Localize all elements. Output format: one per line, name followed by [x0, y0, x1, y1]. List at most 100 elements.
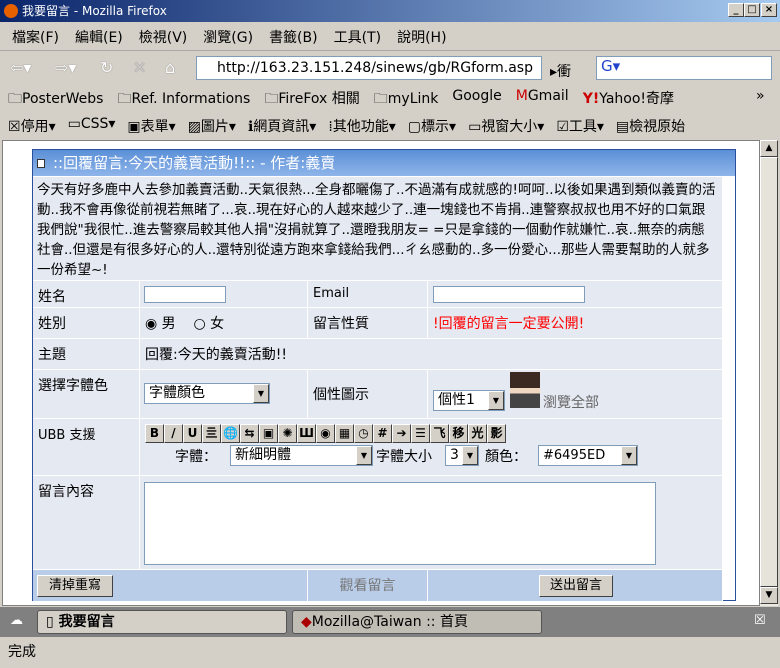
menu-bookmarks[interactable]: 書籤(B): [269, 27, 318, 48]
ext-css[interactable]: ▭CSS▾: [68, 116, 116, 139]
menu-view[interactable]: 檢視(V): [139, 27, 188, 48]
title-bar: 我要留言 - Mozilla Firefox: [0, 0, 780, 22]
ext-information[interactable]: ℹ網頁資訊▾: [248, 116, 316, 139]
bookmark-ref-informations[interactable]: 🗀Ref. Informations: [117, 88, 250, 110]
clear-button[interactable]: 清掉重寫: [37, 575, 113, 597]
gender-label: 姓別: [33, 308, 140, 339]
ext-disable[interactable]: ☒停用▾: [8, 116, 56, 139]
underline-button[interactable]: U: [183, 424, 202, 443]
ext-images[interactable]: ▨圖片▾: [188, 116, 236, 139]
scroll-thumb[interactable]: [760, 157, 778, 587]
list-button[interactable]: ☰: [411, 424, 430, 443]
reply-form: ::回覆留言:今天的義賣活動!!:: - 作者:義賣 今天有好多鹿中人去參加義賣…: [32, 149, 736, 602]
name-input[interactable]: [144, 286, 226, 303]
center-button[interactable]: 亖: [202, 424, 221, 443]
scroll-up-icon[interactable]: ▲: [760, 140, 778, 157]
italic-button[interactable]: /: [164, 424, 183, 443]
url-input[interactable]: http://163.23.151.248/sinews/gb/RGform.a…: [196, 56, 542, 80]
menu-go[interactable]: 瀏覽(G): [203, 27, 253, 48]
ext-view-source[interactable]: ▤檢視原始: [616, 116, 685, 139]
avatar-image: [510, 372, 540, 408]
bookmarks-overflow[interactable]: »: [756, 88, 765, 104]
original-message: 今天有好多鹿中人去參加義賣活動..天氣很熱...全身都曬傷了..不過滿有成就感的…: [33, 177, 723, 281]
forward-icon[interactable]: ⇨▾: [55, 58, 76, 77]
scroll-down-icon[interactable]: ▼: [760, 587, 778, 604]
glow-button[interactable]: 光: [468, 424, 487, 443]
go-button[interactable]: ▸衝: [550, 61, 571, 81]
email-input[interactable]: [433, 286, 585, 303]
flash-button[interactable]: ✺: [278, 424, 297, 443]
ext-misc[interactable]: ⁞其他功能▾: [328, 116, 395, 139]
subject-value: 回覆:今天的義賣活動!!: [140, 339, 723, 370]
tab-mozilla-taiwan[interactable]: ◆Mozilla@Taiwan :: 首頁: [292, 610, 542, 634]
stop-icon[interactable]: ✕: [133, 58, 146, 77]
code-button[interactable]: #: [373, 424, 392, 443]
menu-file[interactable]: 檔案(F): [12, 27, 59, 48]
content-textarea[interactable]: [144, 482, 656, 565]
size-select[interactable]: 3 ▼: [445, 445, 479, 466]
privacy-label: 留言性質: [308, 308, 428, 339]
bookmark-mylink[interactable]: 🗀myLink: [374, 88, 439, 110]
menu-edit[interactable]: 編輯(E): [75, 27, 123, 48]
quote-button[interactable]: ➔: [392, 424, 411, 443]
menu-tools[interactable]: 工具(T): [334, 27, 381, 48]
navigation-toolbar: ⇦▾ ⇨▾ ↻ ✕ ⌂ http://163.23.151.248/sinews…: [0, 50, 780, 84]
color-select[interactable]: #6495ED ▼: [538, 445, 638, 466]
search-input[interactable]: G▾: [596, 56, 772, 80]
window-title: 我要留言 - Mozilla Firefox: [22, 4, 167, 18]
ext-tools[interactable]: ☑工具▾: [556, 116, 604, 139]
content-label: 留言內容: [33, 476, 140, 570]
maximize-button[interactable]: □: [744, 3, 760, 17]
form-header: ::回覆留言:今天的義賣活動!!:: - 作者:義賣: [33, 150, 735, 177]
submit-button[interactable]: 送出留言: [539, 575, 613, 597]
vertical-scrollbar[interactable]: ▲ ▼: [760, 140, 778, 606]
bold-button[interactable]: B: [145, 424, 164, 443]
font-label: 字體：: [175, 449, 217, 465]
ext-outline[interactable]: ▢標示▾: [408, 116, 456, 139]
bookmark-gmail[interactable]: MGmail: [516, 88, 569, 110]
fly-button[interactable]: 飞: [430, 424, 449, 443]
bookmarks-toolbar: 🗀PosterWebs 🗀Ref. Informations 🗀FireFox …: [0, 86, 780, 110]
ext-resize[interactable]: ▭視窗大小▾: [468, 116, 544, 139]
bookmark-firefox[interactable]: 🗀FireFox 相關: [264, 88, 359, 110]
font-select[interactable]: 新細明體 ▼: [230, 445, 373, 466]
browse-all-link[interactable]: 瀏覽全部: [543, 392, 599, 412]
bookmark-google[interactable]: Google: [452, 88, 501, 110]
quicktime-button[interactable]: ◷: [354, 424, 373, 443]
subject-label: 主題: [33, 339, 140, 370]
image-button[interactable]: ▣: [259, 424, 278, 443]
ext-forms[interactable]: ▣表單▾: [127, 116, 175, 139]
size-label: 字體大小: [376, 449, 432, 465]
female-radio[interactable]: ○ 女: [193, 316, 224, 332]
email-button[interactable]: ⇆: [240, 424, 259, 443]
realplayer-button[interactable]: ◉: [316, 424, 335, 443]
avatar-label: 個性圖示: [308, 370, 428, 419]
reload-icon[interactable]: ↻: [100, 58, 113, 77]
page-content: ::回覆留言:今天的義賣活動!!:: - 作者:義賣 今天有好多鹿中人去參加義賣…: [2, 140, 760, 606]
bookmark-yahoo[interactable]: Y!Yahoo!奇摩: [583, 88, 674, 110]
view-messages-link[interactable]: 觀看留言: [308, 570, 428, 602]
move-button[interactable]: 移: [449, 424, 468, 443]
url-button[interactable]: 🌐: [221, 424, 240, 443]
close-button[interactable]: ×: [761, 3, 777, 17]
male-radio[interactable]: ◉ 男: [145, 316, 176, 332]
tab-leave-message[interactable]: ▯ 我要留言: [37, 610, 287, 634]
status-text: 完成: [8, 644, 36, 660]
sound-button[interactable]: Ш: [297, 424, 316, 443]
back-icon[interactable]: ⇦▾: [10, 58, 31, 77]
close-tab-icon[interactable]: ☒: [754, 613, 766, 628]
mediaplayer-button[interactable]: ▦: [335, 424, 354, 443]
email-label: Email: [308, 281, 428, 308]
avatar-select[interactable]: 個性1 ▼: [433, 390, 505, 411]
name-label: 姓名: [33, 281, 140, 308]
home-icon[interactable]: ⌂: [165, 58, 175, 77]
menu-help[interactable]: 說明(H): [397, 27, 446, 48]
minimize-button[interactable]: _: [728, 3, 744, 17]
status-bar: 完成: [0, 638, 780, 668]
shadow-button[interactable]: 影: [487, 424, 506, 443]
ubb-label: UBB 支援: [33, 419, 140, 476]
font-color-select[interactable]: 字體顏色 ▼: [144, 383, 270, 404]
new-tab-icon[interactable]: ☁: [10, 613, 23, 628]
menu-bar: 檔案(F) 編輯(E) 檢視(V) 瀏覽(G) 書籤(B) 工具(T) 說明(H…: [0, 22, 780, 48]
bookmark-posterwebs[interactable]: 🗀PosterWebs: [8, 88, 103, 110]
